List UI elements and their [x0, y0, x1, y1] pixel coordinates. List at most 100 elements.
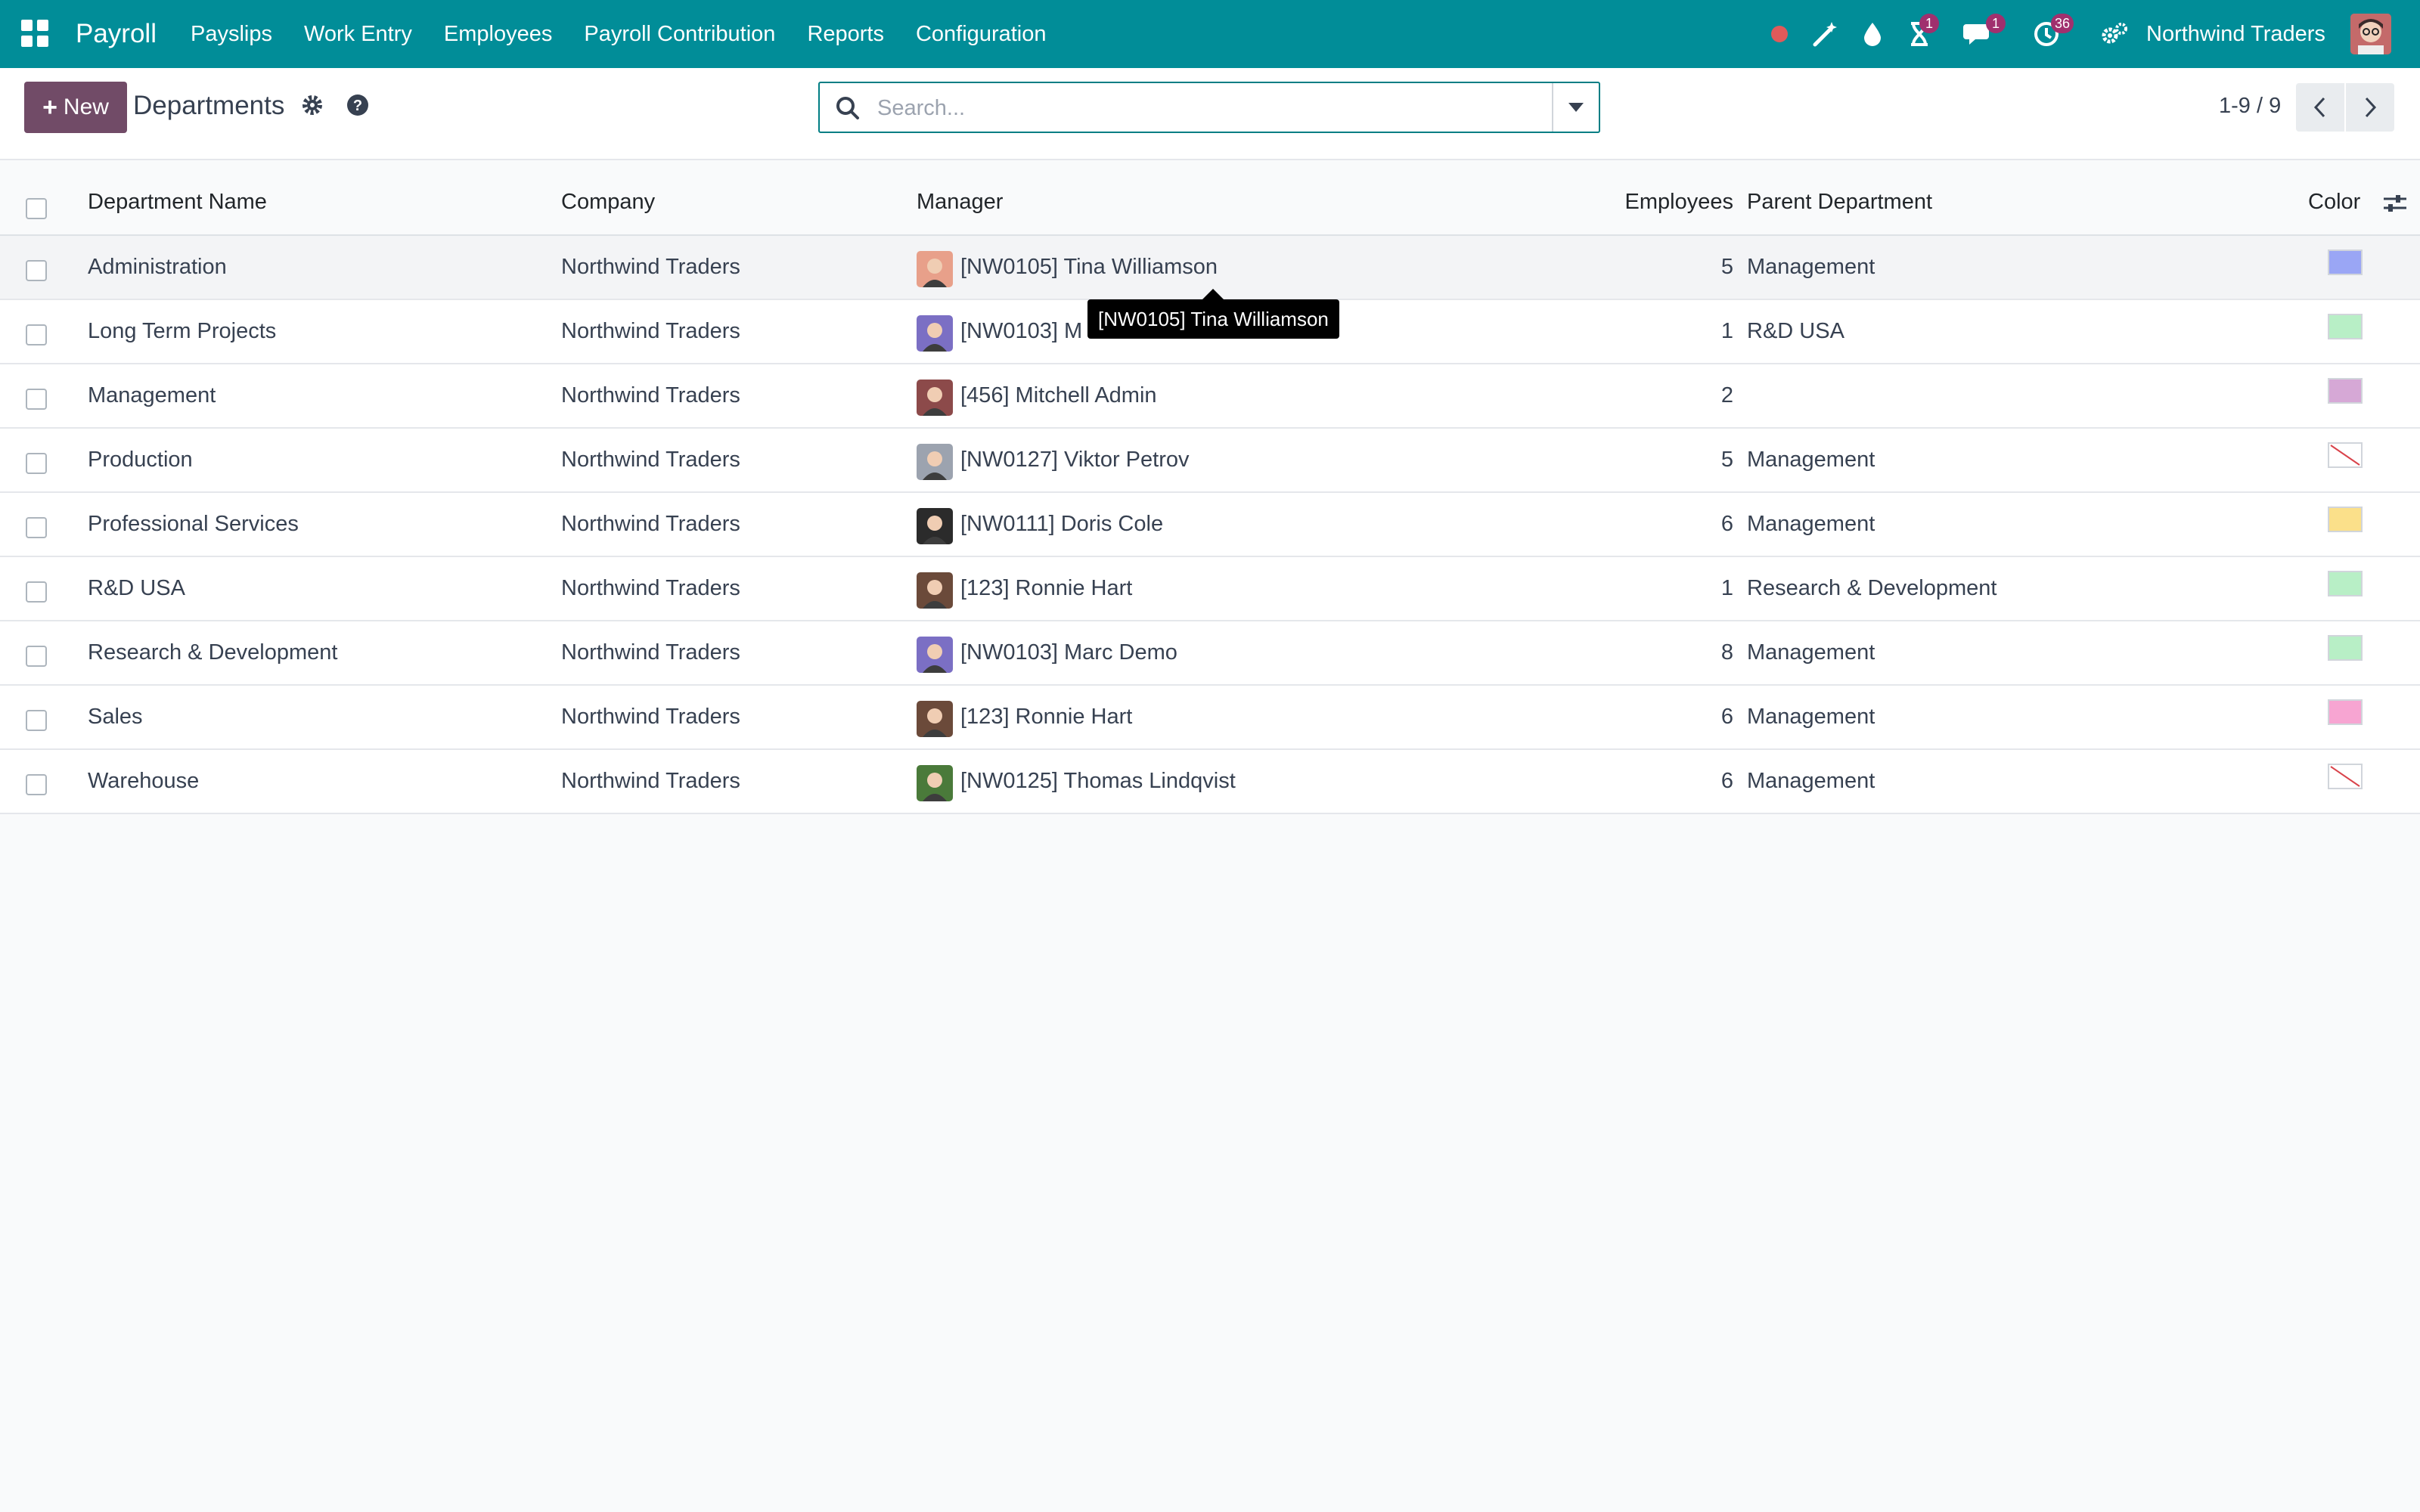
record-icon[interactable] [1768, 0, 1791, 68]
color-swatch[interactable] [2328, 507, 2363, 532]
row-checkbox[interactable] [26, 453, 47, 474]
manager-avatar[interactable] [917, 765, 953, 801]
manager-avatar[interactable] [917, 251, 953, 287]
manager-name[interactable]: [123] Ronnie Hart [960, 557, 1132, 620]
table-row[interactable]: Professional Services Northwind Traders [N… [0, 493, 2420, 557]
employee-count[interactable]: 6 [1680, 493, 1733, 556]
employee-count[interactable]: 2 [1680, 364, 1733, 427]
row-checkbox[interactable] [26, 389, 47, 410]
gear-icon[interactable] [299, 92, 325, 118]
header-color[interactable]: Color [2308, 169, 2360, 234]
manager-avatar[interactable] [917, 701, 953, 737]
pager-next-button[interactable] [2346, 83, 2394, 132]
color-swatch[interactable] [2328, 764, 2363, 789]
manager-name[interactable]: [NW0103] M [960, 300, 1082, 363]
magic-wand-icon[interactable] [1809, 0, 1839, 68]
apps-menu-icon[interactable] [21, 20, 48, 47]
employee-count[interactable]: 5 [1680, 429, 1733, 491]
header-manager[interactable]: Manager [917, 169, 1003, 234]
manager-avatar[interactable] [917, 315, 953, 352]
employee-count[interactable]: 6 [1680, 750, 1733, 813]
row-checkbox[interactable] [26, 324, 47, 345]
manager-name[interactable]: [NW0105] Tina Williamson [960, 236, 1218, 299]
color-swatch[interactable] [2328, 249, 2363, 275]
header-employees[interactable]: Employees [1620, 169, 1733, 234]
department-name[interactable]: Research & Development [88, 621, 337, 684]
row-checkbox[interactable] [26, 646, 47, 667]
parent-department[interactable]: Management [1747, 686, 1875, 748]
color-swatch[interactable] [2328, 442, 2363, 468]
manager-avatar[interactable] [917, 380, 953, 416]
drop-icon[interactable] [1859, 0, 1886, 68]
department-name[interactable]: Management [88, 364, 216, 427]
employee-count[interactable]: 1 [1680, 557, 1733, 620]
pager-previous-button[interactable] [2296, 83, 2344, 132]
company-name[interactable]: Northwind Traders [561, 300, 740, 363]
employee-count[interactable]: 5 [1680, 236, 1733, 299]
header-parent-department[interactable]: Parent Department [1747, 169, 1932, 234]
manager-avatar[interactable] [917, 508, 953, 544]
row-checkbox[interactable] [26, 517, 47, 538]
manager-name[interactable]: [NW0127] Viktor Petrov [960, 429, 1189, 491]
company-name[interactable]: Northwind Traders [561, 493, 740, 556]
manager-name[interactable]: [NW0103] Marc Demo [960, 621, 1177, 684]
table-row[interactable]: R&D USA Northwind Traders [123] Ronnie Har… [0, 557, 2420, 621]
header-department-name[interactable]: Department Name [88, 169, 267, 234]
color-swatch[interactable] [2328, 699, 2363, 725]
manager-name[interactable]: [NW0125] Thomas Lindqvist [960, 750, 1236, 813]
row-checkbox[interactable] [26, 260, 47, 281]
company-name[interactable]: Northwind Traders [561, 236, 740, 299]
row-checkbox[interactable] [26, 581, 47, 603]
table-row[interactable]: Management Northwind Traders [456] Mitchel… [0, 364, 2420, 429]
parent-department[interactable]: Management [1747, 236, 1875, 299]
table-row[interactable]: Sales Northwind Traders [123] Ronnie Hart 6… [0, 686, 2420, 750]
table-row[interactable]: Production Northwind Traders [NW0127] Vikt… [0, 429, 2420, 493]
manager-avatar[interactable] [917, 637, 953, 673]
parent-department[interactable]: Management [1747, 621, 1875, 684]
parent-department[interactable]: Research & Development [1747, 557, 1996, 620]
row-checkbox[interactable] [26, 710, 47, 731]
search-options-toggle[interactable] [1552, 83, 1599, 132]
search-icon[interactable] [835, 95, 861, 121]
table-row[interactable]: Research & Development Northwind Traders [… [0, 621, 2420, 686]
pager-value[interactable]: 1-9 / 9 [2219, 94, 2281, 119]
manager-name[interactable]: [123] Ronnie Hart [960, 686, 1132, 748]
menu-payroll-contribution[interactable]: Payroll Contribution [568, 0, 791, 68]
employee-count[interactable]: 8 [1680, 621, 1733, 684]
user-avatar[interactable] [2350, 14, 2391, 54]
help-icon[interactable]: ? [346, 94, 369, 116]
company-name[interactable]: Northwind Traders [561, 750, 740, 813]
department-name[interactable]: Long Term Projects [88, 300, 276, 363]
messages-icon[interactable] [1962, 0, 1995, 68]
manager-avatar[interactable] [917, 572, 953, 609]
parent-department[interactable]: Management [1747, 429, 1875, 491]
employee-count[interactable]: 6 [1680, 686, 1733, 748]
company-switcher[interactable]: Northwind Traders [2146, 0, 2325, 68]
app-brand[interactable]: Payroll [76, 0, 157, 68]
department-name[interactable]: Production [88, 429, 193, 491]
department-name[interactable]: Sales [88, 686, 143, 748]
menu-employees[interactable]: Employees [428, 0, 568, 68]
department-name[interactable]: Professional Services [88, 493, 299, 556]
menu-work-entry[interactable]: Work Entry [288, 0, 428, 68]
color-swatch[interactable] [2328, 378, 2363, 404]
company-name[interactable]: Northwind Traders [561, 364, 740, 427]
menu-configuration[interactable]: Configuration [900, 0, 1063, 68]
department-name[interactable]: Warehouse [88, 750, 199, 813]
settings-gears-icon[interactable] [2099, 0, 2130, 68]
optional-columns-icon[interactable] [2382, 191, 2408, 220]
menu-reports[interactable]: Reports [791, 0, 900, 68]
parent-department[interactable]: R&D USA [1747, 300, 1844, 363]
search-input[interactable] [876, 86, 1559, 130]
new-button[interactable]: + New [24, 82, 127, 133]
row-checkbox[interactable] [26, 774, 47, 795]
company-name[interactable]: Northwind Traders [561, 429, 740, 491]
manager-avatar[interactable] [917, 444, 953, 480]
employee-count[interactable]: 1 [1680, 300, 1733, 363]
manager-name[interactable]: [456] Mitchell Admin [960, 364, 1157, 427]
color-swatch[interactable] [2328, 635, 2363, 661]
department-name[interactable]: R&D USA [88, 557, 185, 620]
table-row[interactable]: Warehouse Northwind Traders [NW0125] Thoma… [0, 750, 2420, 814]
manager-name[interactable]: [NW0111] Doris Cole [960, 493, 1163, 556]
color-swatch[interactable] [2328, 571, 2363, 596]
